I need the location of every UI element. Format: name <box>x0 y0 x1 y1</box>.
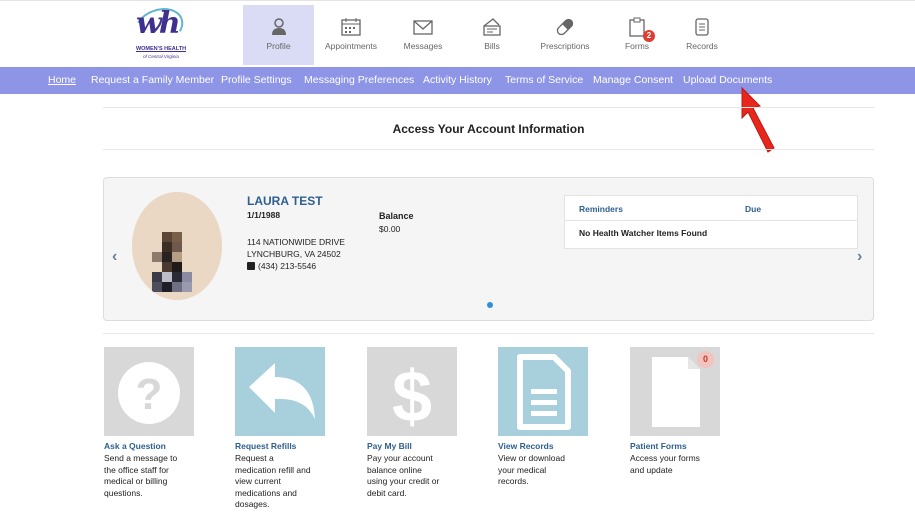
nav-profile[interactable]: Profile <box>243 5 314 65</box>
divider <box>103 149 874 150</box>
calendar-icon <box>341 18 361 36</box>
subnav-profile-settings[interactable]: Profile Settings <box>221 74 292 86</box>
pay-bill-desc: Pay your account balance online using your… <box>367 453 440 498</box>
wallet-icon <box>483 18 501 36</box>
reminders-table: Reminders Due No Health Watcher Items Fo… <box>564 195 858 249</box>
nav-label: Messages <box>403 41 443 51</box>
nav-label: Appointments <box>325 41 377 51</box>
phone-icon <box>247 262 255 270</box>
nav-forms[interactable]: Forms 2 <box>617 5 657 65</box>
envelope-icon <box>413 20 433 35</box>
divider <box>103 107 874 108</box>
document-icon <box>498 347 588 436</box>
patient-forms-desc: Access your forms and update <box>630 453 700 475</box>
ask-question-link[interactable]: Ask a Question <box>104 441 166 451</box>
carousel-next-icon[interactable]: › <box>857 248 862 266</box>
pay-bill-tile[interactable]: $ <box>367 347 457 436</box>
brand-logo[interactable]: wh WOMEN'S HEALTH of Central Virginia <box>128 1 192 64</box>
patient-dob: 1/1/1988 <box>247 210 281 220</box>
logo-mark: wh <box>136 6 181 41</box>
page-title: Access Your Account Information <box>392 122 585 136</box>
nav-messages[interactable]: Messages <box>394 5 452 65</box>
reply-arrow-icon <box>235 347 325 436</box>
ask-question-tile[interactable]: ? <box>104 347 194 436</box>
nav-bills[interactable]: Bills <box>470 5 514 65</box>
divider <box>565 220 857 221</box>
address-line-2: LYNCHBURG, VA 24502 <box>247 249 341 259</box>
carousel-indicator[interactable] <box>487 302 493 308</box>
view-records-link[interactable]: View Records <box>498 441 554 451</box>
due-header: Due <box>745 204 762 214</box>
patient-forms-tile[interactable]: 0 <box>630 347 720 436</box>
carousel-prev-icon[interactable]: ‹ <box>112 248 117 266</box>
nav-prescriptions[interactable]: Prescriptions <box>532 5 598 65</box>
subnav-home[interactable]: Home <box>48 74 76 86</box>
nav-label: Forms <box>624 41 650 51</box>
nav-label: Bills <box>484 41 500 51</box>
logo-subtitle: of Central Virginia <box>143 54 179 59</box>
forms-count-badge: 0 <box>697 351 714 368</box>
subnav-messaging-preferences[interactable]: Messaging Preferences <box>304 74 414 86</box>
divider <box>103 333 874 334</box>
view-records-tile[interactable] <box>498 347 588 436</box>
svg-text:$: $ <box>392 357 432 436</box>
patient-forms-link[interactable]: Patient Forms <box>630 441 687 451</box>
top-header: wh WOMEN'S HEALTH of Central Virginia Pr… <box>0 0 915 68</box>
nav-label: Profile <box>266 41 291 51</box>
question-icon: ? <box>104 347 194 436</box>
subnav-terms-of-service[interactable]: Terms of Service <box>505 74 583 86</box>
reminders-header: Reminders <box>579 204 623 214</box>
address-line-1: 114 NATIONWIDE DRIVE <box>247 237 345 247</box>
patient-name: LAURA TEST <box>247 194 323 208</box>
subnav-request-family-member[interactable]: Request a Family Member <box>91 74 214 86</box>
nav-records[interactable]: Records <box>676 5 728 65</box>
nav-appointments[interactable]: Appointments <box>317 5 385 65</box>
nav-label: Records <box>686 41 718 51</box>
user-icon <box>271 18 286 35</box>
avatar <box>132 192 222 300</box>
patient-phone: (434) 213-5546 <box>258 261 317 271</box>
document-icon <box>695 18 709 36</box>
patient-address: 114 NATIONWIDE DRIVE LYNCHBURG, VA 24502… <box>247 236 345 272</box>
patient-phone-row: (434) 213-5546 <box>247 260 345 272</box>
request-refills-tile[interactable] <box>235 347 325 436</box>
dollar-icon: $ <box>367 347 457 436</box>
logo-name: WOMEN'S HEALTH <box>135 46 187 52</box>
subnav-activity-history[interactable]: Activity History <box>423 74 492 86</box>
subnav-upload-documents[interactable]: Upload Documents <box>683 74 772 86</box>
balance-value: $0.00 <box>379 224 401 234</box>
balance-label: Balance <box>379 211 414 221</box>
view-records-desc: View or download your medical records. <box>498 453 565 486</box>
patient-summary-card: ‹ LAURA TEST 1/1/1988 114 NATIONWIDE DRI… <box>103 177 874 321</box>
pill-icon <box>556 18 574 36</box>
request-refills-desc: Request a medication refill and view curre… <box>235 453 311 509</box>
subnav-manage-consent[interactable]: Manage Consent <box>593 74 673 86</box>
forms-badge: 2 <box>643 30 655 42</box>
ask-question-desc: Send a message to the office staff for med… <box>104 453 178 498</box>
request-refills-link[interactable]: Request Refills <box>235 441 296 451</box>
svg-text:?: ? <box>136 370 163 419</box>
nav-label: Prescriptions <box>540 41 590 51</box>
pay-bill-link[interactable]: Pay My Bill <box>367 441 412 451</box>
reminders-empty: No Health Watcher Items Found <box>579 228 708 238</box>
